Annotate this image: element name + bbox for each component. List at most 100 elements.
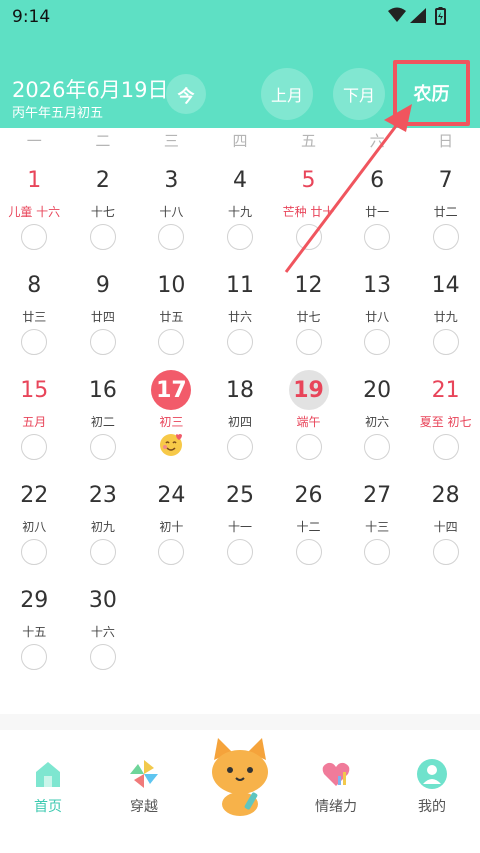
mood-record-circle[interactable]	[364, 539, 391, 565]
mood-record-circle[interactable]	[364, 434, 391, 460]
calendar-day[interactable]: 27 十三	[343, 475, 412, 580]
nav-emotion[interactable]: 情绪力	[288, 730, 384, 853]
calendar-day[interactable]: 22 初八	[0, 475, 69, 580]
calendar-day[interactable]: 11 廿六	[206, 265, 275, 370]
day-number-wrap: 4	[220, 160, 260, 200]
calendar-day-today[interactable]: 17 初三	[137, 370, 206, 475]
mood-record-circle[interactable]	[432, 539, 459, 565]
mood-record-circle[interactable]	[364, 224, 391, 250]
lunar-date: 丙午年五月初五	[12, 106, 104, 121]
nav-travel[interactable]: 穿越	[96, 730, 192, 853]
weekday-label: 二	[95, 132, 111, 150]
calendar-day[interactable]: 29 十五	[0, 580, 69, 685]
nav-profile[interactable]: 我的	[384, 730, 480, 853]
calendar-day[interactable]: 1 儿童 十六	[0, 160, 69, 265]
calendar-day[interactable]: 25 十一	[206, 475, 275, 580]
mood-record-circle[interactable]	[364, 329, 391, 355]
calendar-day[interactable]: 14 廿九	[411, 265, 480, 370]
calendar-day[interactable]: 10 廿五	[137, 265, 206, 370]
lunar-day-label: 儿童 十六	[8, 205, 61, 219]
day-number: 28	[431, 482, 460, 508]
calendar-day[interactable]: 23 初九	[69, 475, 138, 580]
day-number-wrap: 18	[220, 370, 260, 410]
mood-record-circle[interactable]	[21, 329, 48, 355]
day-number: 9	[95, 272, 110, 298]
calendar-day[interactable]: 30 十六	[69, 580, 138, 685]
weekday-label: 三	[163, 132, 179, 150]
mood-record-circle[interactable]	[89, 434, 116, 460]
calendar-day[interactable]: 28 十四	[411, 475, 480, 580]
day-number-wrap: 29	[14, 580, 54, 620]
mood-record-circle[interactable]	[432, 224, 459, 250]
mood-record-circle[interactable]	[295, 434, 322, 460]
mood-record-circle[interactable]	[158, 329, 185, 355]
calendar-day[interactable]: 13 廿八	[343, 265, 412, 370]
mood-record-circle[interactable]	[21, 539, 48, 565]
mood-record-circle[interactable]	[89, 539, 116, 565]
day-number: 23	[88, 482, 117, 508]
lunar-day-label: 廿八	[365, 310, 390, 324]
mood-record-circle[interactable]	[226, 539, 253, 565]
mood-record-circle[interactable]	[226, 224, 253, 250]
lunar-toggle-button[interactable]: 农历	[393, 60, 470, 126]
weekday-label: 四	[232, 132, 248, 150]
mood-record-circle[interactable]	[432, 329, 459, 355]
calendar-day[interactable]: 26 十二	[274, 475, 343, 580]
mood-record-circle[interactable]	[295, 539, 322, 565]
day-number-wrap: 14	[426, 265, 466, 305]
calendar-day[interactable]: 2 十七	[69, 160, 138, 265]
mood-record-circle[interactable]	[89, 644, 116, 670]
lunar-day-label: 十一	[227, 520, 252, 534]
mood-record-circle[interactable]	[226, 329, 253, 355]
calendar-day[interactable]: 5 芒种 廿十	[274, 160, 343, 265]
day-number: 18	[225, 377, 254, 403]
calendar-day[interactable]: 16 初二	[69, 370, 138, 475]
day-number: 8	[27, 272, 42, 298]
calendar-day-selected[interactable]: 19 端午	[274, 370, 343, 475]
nav-travel-label: 穿越	[130, 799, 158, 815]
mood-record-circle[interactable]	[158, 539, 185, 565]
calendar-day[interactable]: 12 廿七	[274, 265, 343, 370]
day-number: 12	[294, 272, 323, 298]
next-month-button[interactable]: 下月	[333, 68, 385, 120]
day-number-wrap: 8	[14, 265, 54, 305]
day-number: 30	[88, 587, 117, 613]
lunar-day-label: 廿二	[433, 205, 458, 219]
mood-record-circle[interactable]	[432, 434, 459, 460]
mood-record-circle[interactable]	[89, 329, 116, 355]
nav-home[interactable]: 首页	[0, 730, 96, 853]
calendar-day[interactable]: 20 初六	[343, 370, 412, 475]
nav-mascot[interactable]	[192, 730, 288, 853]
calendar-day[interactable]: 18 初四	[206, 370, 275, 475]
mood-record-circle[interactable]	[89, 224, 116, 250]
calendar-day[interactable]: 7 廿二	[411, 160, 480, 265]
day-number-wrap: 9	[83, 265, 123, 305]
calendar-day[interactable]: 4 十九	[206, 160, 275, 265]
mood-record-circle[interactable]	[21, 224, 48, 250]
mood-record-circle[interactable]	[295, 224, 322, 250]
mood-record-circle[interactable]	[21, 644, 48, 670]
mood-record-circle[interactable]	[295, 329, 322, 355]
calendar-day[interactable]: 3 十八	[137, 160, 206, 265]
mood-record-circle[interactable]	[226, 434, 253, 460]
day-number: 3	[164, 167, 179, 193]
calendar-day[interactable]: 15 五月	[0, 370, 69, 475]
prev-month-button[interactable]: 上月	[261, 68, 313, 120]
calendar-day[interactable]: 8 廿三	[0, 265, 69, 370]
lunar-day-label: 十六	[90, 625, 115, 639]
day-number-wrap: 13	[357, 265, 397, 305]
status-time: 9:14	[12, 7, 51, 27]
calendar-day[interactable]: 6 廿一	[343, 160, 412, 265]
lunar-day-label: 初二	[90, 415, 115, 429]
mood-emoji-icon[interactable]	[158, 432, 184, 458]
calendar-day[interactable]: 9 廿四	[69, 265, 138, 370]
today-button[interactable]: 今	[166, 74, 206, 114]
calendar-day[interactable]: 24 初十	[137, 475, 206, 580]
day-number: 6	[370, 167, 385, 193]
lunar-day-label: 廿九	[433, 310, 458, 324]
mood-record-circle[interactable]	[21, 434, 48, 460]
mood-record-circle[interactable]	[158, 224, 185, 250]
calendar-day[interactable]: 21 夏至 初七	[411, 370, 480, 475]
day-number: 24	[157, 482, 186, 508]
day-number-wrap: 15	[14, 370, 54, 410]
